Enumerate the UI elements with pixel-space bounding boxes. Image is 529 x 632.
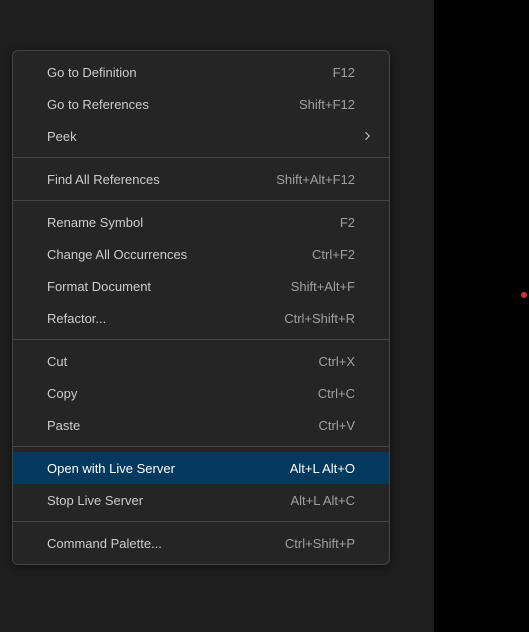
menu-shortcut: Shift+F12 — [299, 97, 355, 112]
context-menu: Go to Definition F12 Go to References Sh… — [12, 50, 390, 565]
menu-separator — [13, 200, 389, 201]
chevron-right-icon — [361, 130, 373, 142]
menu-item-cut[interactable]: Cut Ctrl+X — [13, 345, 389, 377]
menu-separator — [13, 339, 389, 340]
menu-shortcut: F2 — [340, 215, 355, 230]
menu-shortcut: Ctrl+V — [319, 418, 355, 433]
menu-shortcut: Alt+L Alt+O — [290, 461, 355, 476]
menu-shortcut: Ctrl+C — [318, 386, 355, 401]
menu-label: Copy — [47, 386, 77, 401]
menu-label: Command Palette... — [47, 536, 162, 551]
menu-label: Refactor... — [47, 311, 106, 326]
menu-item-change-all-occurrences[interactable]: Change All Occurrences Ctrl+F2 — [13, 238, 389, 270]
menu-item-rename-symbol[interactable]: Rename Symbol F2 — [13, 206, 389, 238]
menu-label: Change All Occurrences — [47, 247, 187, 262]
menu-separator — [13, 157, 389, 158]
menu-item-command-palette[interactable]: Command Palette... Ctrl+Shift+P — [13, 527, 389, 559]
menu-label: Go to References — [47, 97, 149, 112]
menu-shortcut: Ctrl+Shift+P — [285, 536, 355, 551]
menu-label: Format Document — [47, 279, 151, 294]
menu-shortcut: Ctrl+X — [319, 354, 355, 369]
menu-label: Go to Definition — [47, 65, 137, 80]
menu-label: Rename Symbol — [47, 215, 143, 230]
menu-item-go-to-definition[interactable]: Go to Definition F12 — [13, 56, 389, 88]
menu-shortcut: Shift+Alt+F12 — [276, 172, 355, 187]
menu-shortcut: Ctrl+F2 — [312, 247, 355, 262]
menu-shortcut: Ctrl+Shift+R — [284, 311, 355, 326]
menu-item-stop-live-server[interactable]: Stop Live Server Alt+L Alt+C — [13, 484, 389, 516]
right-panel — [434, 0, 529, 632]
menu-item-paste[interactable]: Paste Ctrl+V — [13, 409, 389, 441]
menu-item-find-all-references[interactable]: Find All References Shift+Alt+F12 — [13, 163, 389, 195]
menu-label: Paste — [47, 418, 80, 433]
menu-label: Peek — [47, 129, 77, 144]
menu-item-go-to-references[interactable]: Go to References Shift+F12 — [13, 88, 389, 120]
menu-item-format-document[interactable]: Format Document Shift+Alt+F — [13, 270, 389, 302]
menu-label: Stop Live Server — [47, 493, 143, 508]
menu-separator — [13, 521, 389, 522]
menu-separator — [13, 446, 389, 447]
menu-shortcut: Alt+L Alt+C — [290, 493, 355, 508]
menu-item-copy[interactable]: Copy Ctrl+C — [13, 377, 389, 409]
menu-label: Cut — [47, 354, 67, 369]
menu-item-open-with-live-server[interactable]: Open with Live Server Alt+L Alt+O — [13, 452, 389, 484]
recording-indicator — [521, 292, 527, 298]
menu-label: Find All References — [47, 172, 160, 187]
menu-label: Open with Live Server — [47, 461, 175, 476]
menu-item-refactor[interactable]: Refactor... Ctrl+Shift+R — [13, 302, 389, 334]
menu-shortcut: F12 — [333, 65, 355, 80]
menu-shortcut: Shift+Alt+F — [291, 279, 355, 294]
menu-item-peek[interactable]: Peek — [13, 120, 389, 152]
